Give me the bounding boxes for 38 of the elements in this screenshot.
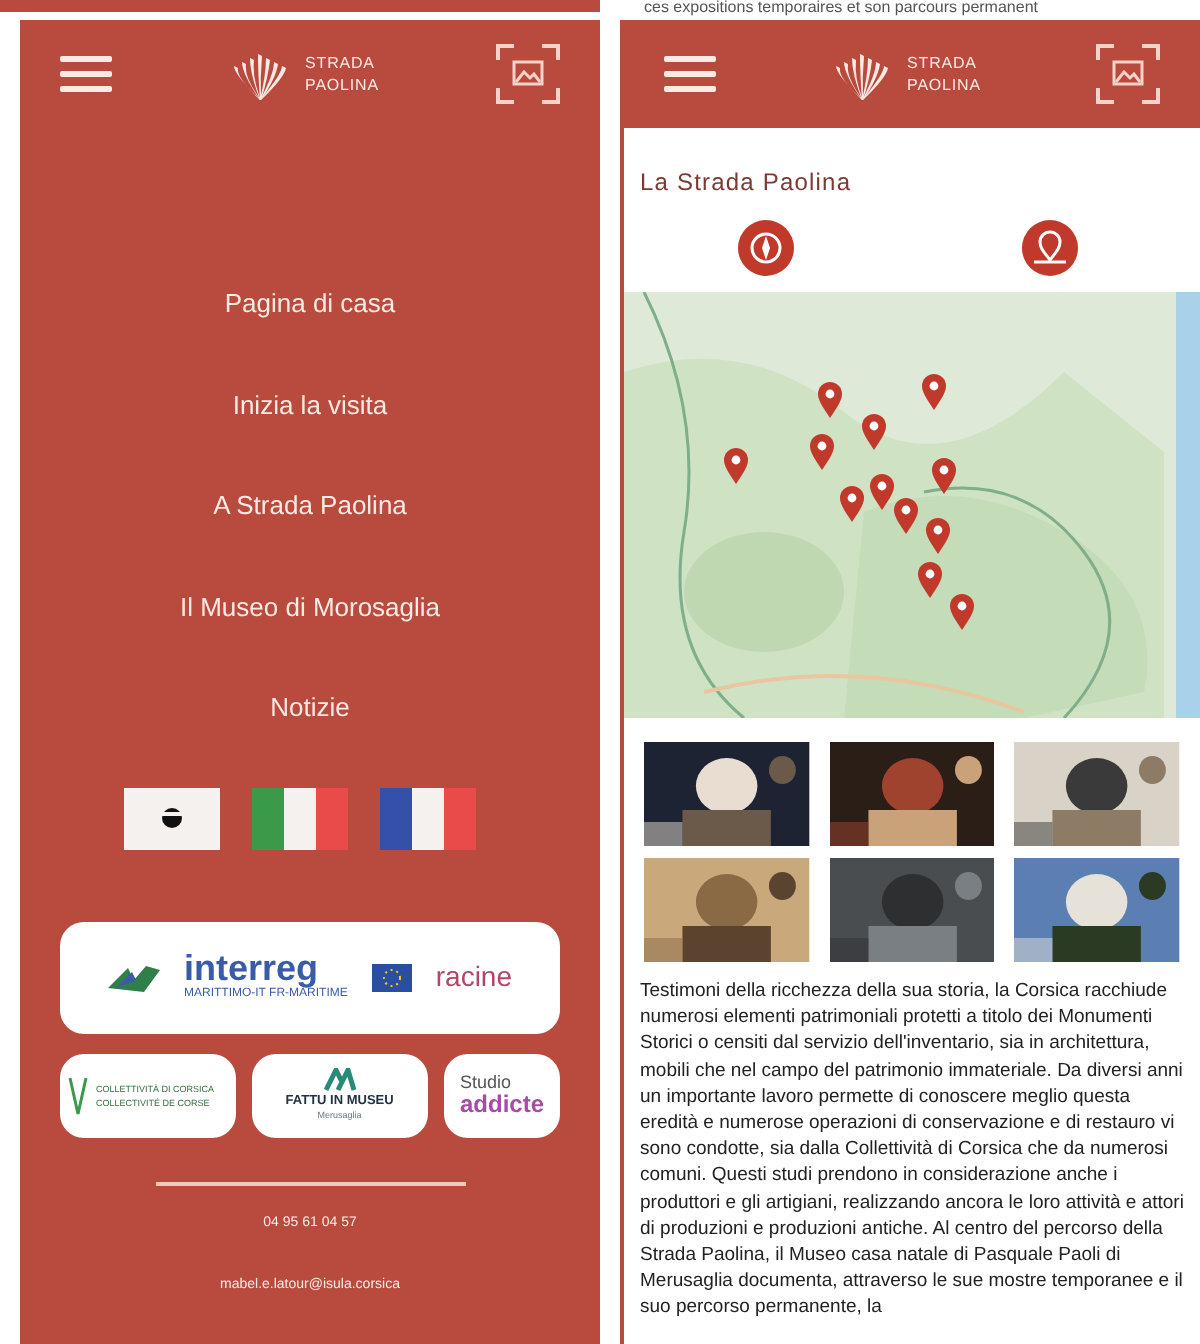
eu-flag-icon (371, 963, 412, 991)
map-marker-icon[interactable] (816, 380, 844, 420)
wing-icon (107, 963, 160, 991)
description-paragraph: Testimoni della ricchezza della sua storia, la Corsica racchiude numerosi elementi patrimoniali protetti a titolo dei Monumenti Storici o censiti dal servizio dell'inventario, sia in architettura, mobili che nel campo del patrimonio immateriale. Da diversi anni un importante lavoro permette di conoscere meglio questa eredità e numerose operazioni di conservazione e di restauro vi sono condotte, sia dalla Collettività di Corsica che da numerosi comuni. Questi studi prendono in considerazione anche i produttori e gli artigiani, realizzando ancora le loro attività e attori di produzioni e produzioni antiche. Al centro del percorso della Strada Paolina, il Museo casa natale di Pasquale Paoli di Merusaglia documenta, attraverso le sue mostre temporanee e il suo percorso permanente, la (640, 978, 1184, 1322)
gallery-icon[interactable] (495, 44, 560, 104)
map-marker-icon[interactable] (868, 472, 896, 512)
logo-text: Studio (459, 1074, 514, 1092)
gallery-icon[interactable] (1095, 44, 1160, 104)
racine-logo-text: racine (435, 958, 513, 996)
page-title: La Strada Paolina (640, 166, 854, 200)
compass-icon[interactable] (738, 220, 794, 276)
cut-text: ces expositions temporaires et son parcours permanent (642, 0, 1040, 20)
map-marker-icon[interactable] (722, 446, 750, 486)
language-flag[interactable] (124, 787, 220, 849)
map-marker-icon[interactable] (860, 412, 888, 452)
map-marker-icon[interactable] (838, 484, 866, 524)
map-marker-icon[interactable] (808, 432, 836, 472)
logo-text: STRADA PAOLINA (305, 52, 379, 96)
interreg-logo-text: interreg (183, 950, 319, 986)
menu-link[interactable]: Inizia la visita (232, 385, 388, 424)
logo-text: addicte (459, 1092, 544, 1116)
menu-link[interactable]: Il Museo di Morosaglia (179, 587, 441, 626)
map-marker-icon[interactable] (948, 592, 976, 632)
map-marker-icon[interactable] (924, 516, 952, 556)
location-pin-icon[interactable] (1022, 220, 1078, 276)
map-marker-icon[interactable] (920, 372, 948, 412)
menu-link[interactable]: Notizie (270, 688, 350, 727)
logo-text: STRADA PAOLINA (907, 52, 981, 96)
check-mark-icon (68, 1073, 88, 1117)
map-marker-icon[interactable] (892, 496, 920, 536)
menu-icon[interactable] (60, 54, 112, 94)
menu-icon[interactable] (664, 54, 716, 94)
map-marker-icon[interactable] (916, 560, 944, 600)
menu-link[interactable]: A Strada Paolina (213, 486, 407, 525)
museum-logo-icon (323, 1068, 356, 1093)
language-flag[interactable] (380, 787, 476, 849)
map-marker-icon[interactable] (930, 456, 958, 496)
menu-link[interactable]: Pagina di casa (224, 284, 396, 323)
